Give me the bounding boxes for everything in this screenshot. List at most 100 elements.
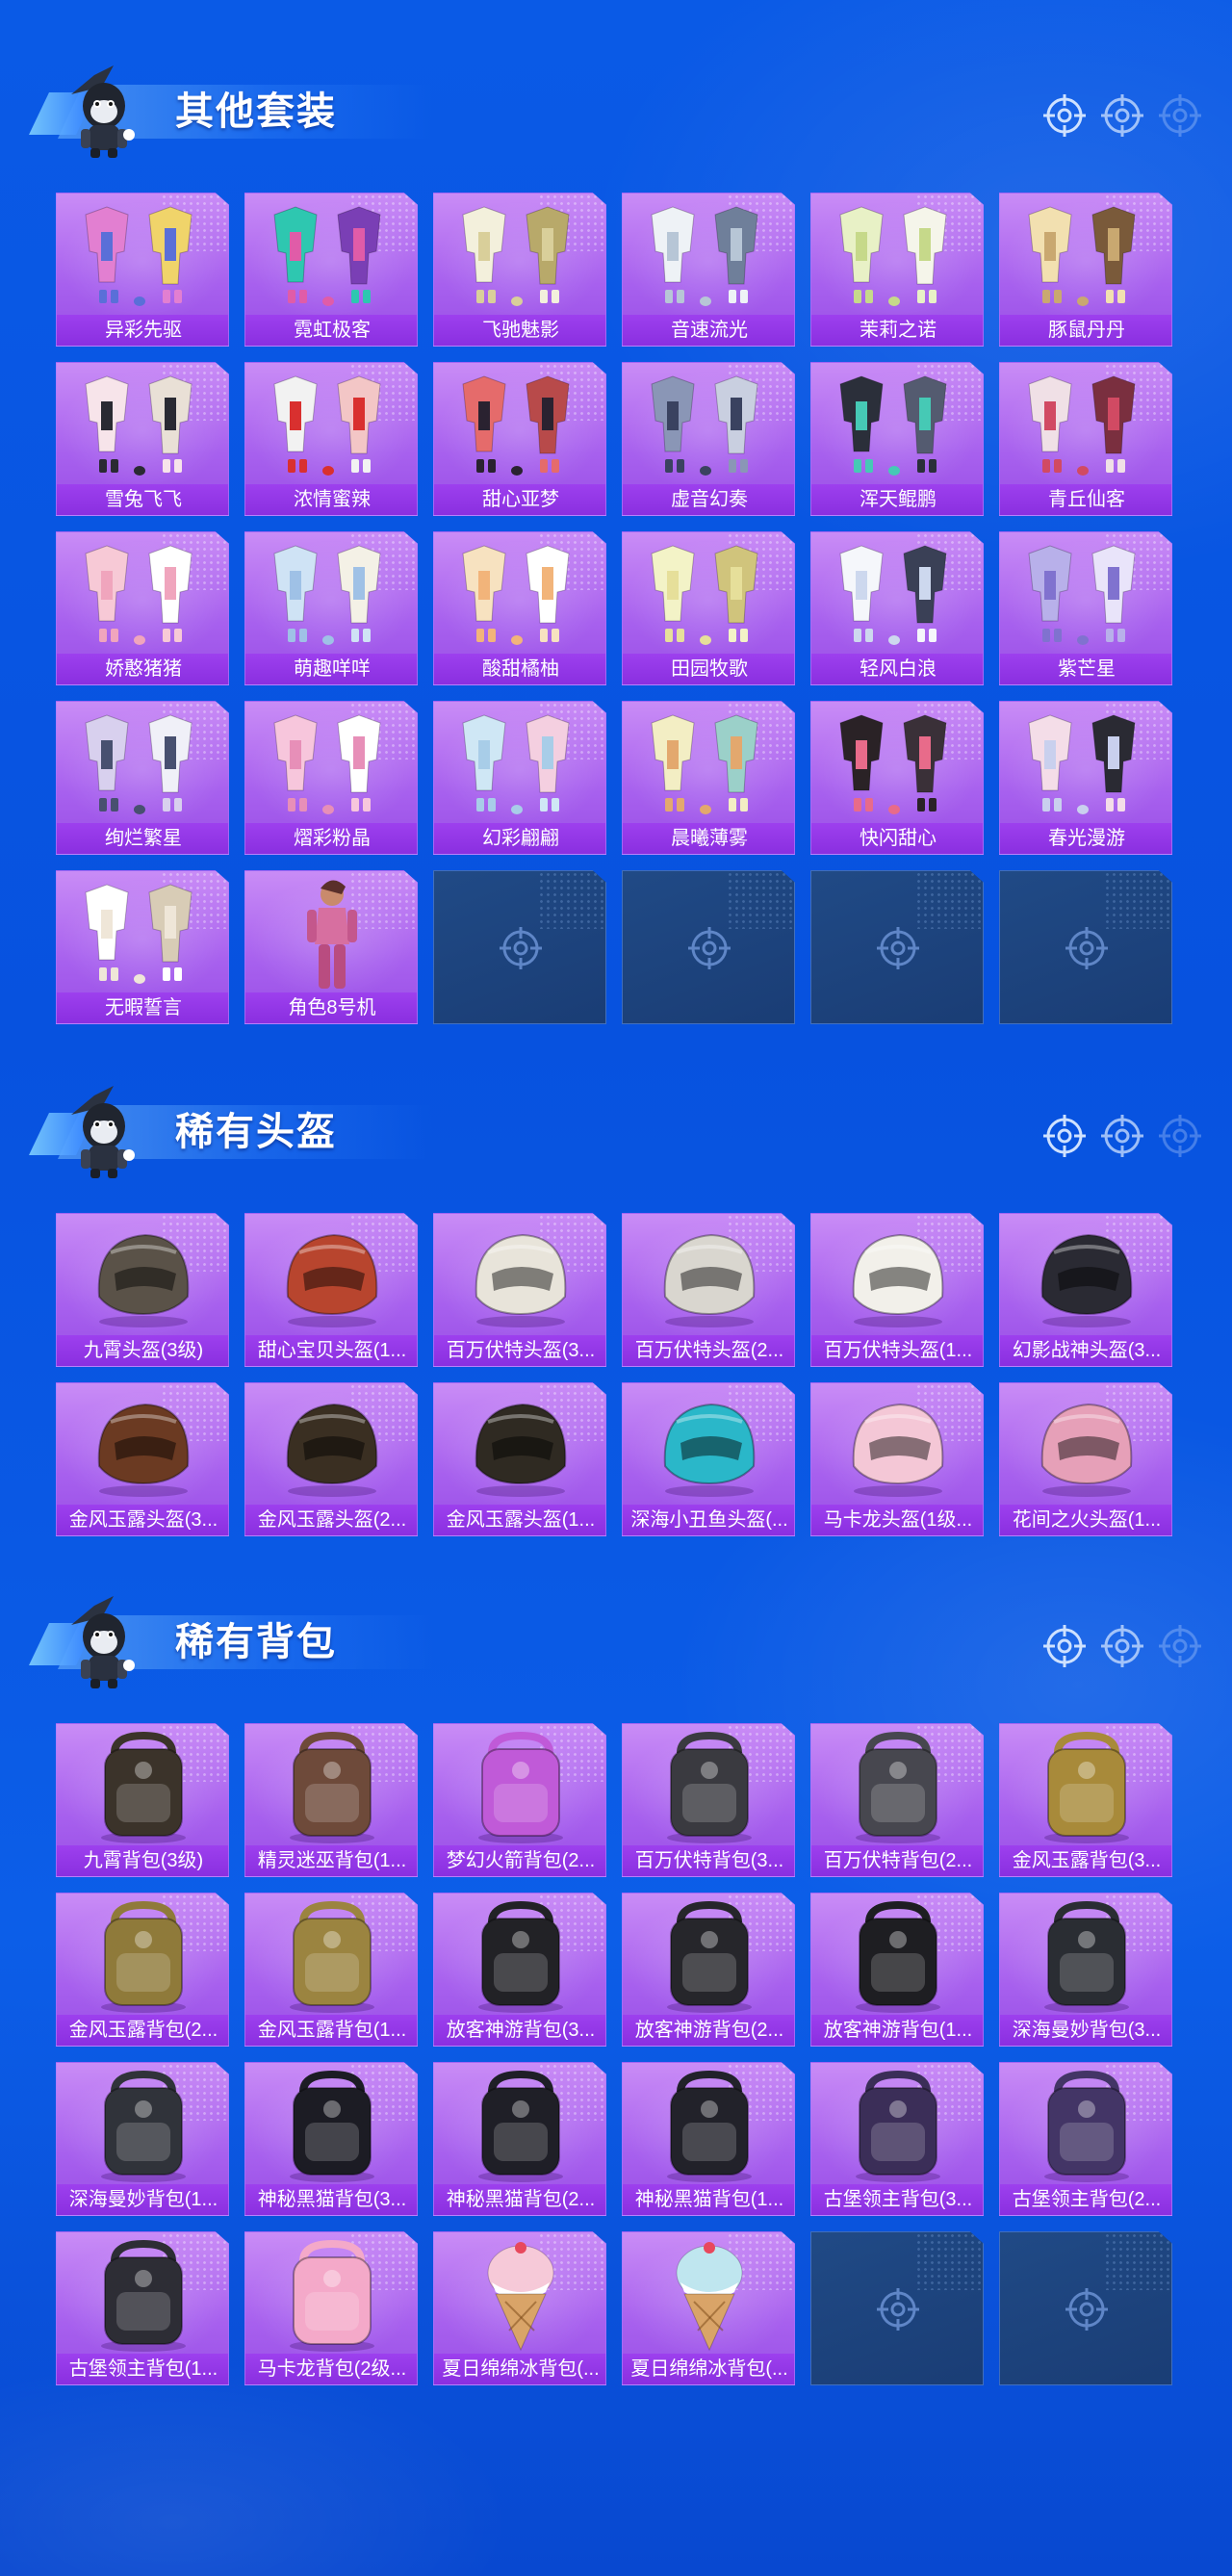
item-card[interactable]: 古堡领主背包(1... [56, 2231, 229, 2385]
item-card[interactable]: 幻彩翩翩 [433, 701, 606, 855]
item-card[interactable]: 夏日绵绵冰背包(... [622, 2231, 795, 2385]
item-card[interactable]: 无暇誓言 [56, 870, 229, 1024]
item-label: 神秘黑猫背包(3... [245, 2184, 417, 2215]
item-card[interactable]: 马卡龙头盔(1级... [810, 1382, 984, 1536]
item-card[interactable]: 百万伏特头盔(1... [810, 1213, 984, 1367]
item-label: 春光漫游 [1000, 823, 1171, 854]
item-image [623, 1383, 794, 1507]
item-label: 雪兔飞飞 [57, 484, 228, 515]
item-label: 茉莉之诺 [811, 315, 983, 346]
item-card[interactable]: 神秘黑猫背包(3... [244, 2062, 418, 2216]
item-label: 音速流光 [623, 315, 794, 346]
item-card[interactable]: 茉莉之诺 [810, 193, 984, 347]
item-card[interactable]: 百万伏特背包(3... [622, 1723, 795, 1877]
item-label: 绚烂繁星 [57, 823, 228, 854]
item-card[interactable]: 晨曦薄雾 [622, 701, 795, 855]
item-card[interactable]: 飞驰魅影 [433, 193, 606, 347]
item-label: 放客神游背包(3... [434, 2015, 605, 2046]
item-image [57, 193, 228, 317]
item-image [1000, 702, 1171, 825]
item-card[interactable]: 古堡领主背包(2... [999, 2062, 1172, 2216]
item-image [245, 1893, 417, 2017]
item-card[interactable]: 神秘黑猫背包(2... [433, 2062, 606, 2216]
item-card[interactable]: 放客神游背包(3... [433, 1893, 606, 2047]
item-card[interactable]: 马卡龙背包(2级... [244, 2231, 418, 2385]
item-card[interactable]: 青丘仙客 [999, 362, 1172, 516]
item-label: 晨曦薄雾 [623, 823, 794, 854]
item-card[interactable]: 金风玉露背包(1... [244, 1893, 418, 2047]
item-card[interactable]: 精灵迷巫背包(1... [244, 1723, 418, 1877]
item-card[interactable]: 娇憨猪猪 [56, 531, 229, 685]
item-card[interactable]: 九霄背包(3级) [56, 1723, 229, 1877]
item-card[interactable]: 雪兔飞飞 [56, 362, 229, 516]
item-card[interactable]: 虚音幻奏 [622, 362, 795, 516]
item-image [434, 1724, 605, 1847]
item-card[interactable]: 金风玉露头盔(3... [56, 1382, 229, 1536]
crosshair-icon [1043, 94, 1086, 137]
item-card[interactable]: 百万伏特背包(2... [810, 1723, 984, 1877]
item-card[interactable]: 角色8号机 [244, 870, 418, 1024]
item-image [434, 1893, 605, 2017]
collection-page: 其他套装异彩先驱 霓虹极客 飞驰魅影 音速流光 茉莉之诺 豚鼠丹丹雪兔飞飞 浓情蜜辣 甜心亚梦… [0, 0, 1232, 2576]
item-card[interactable]: 豚鼠丹丹 [999, 193, 1172, 347]
item-label: 金风玉露头盔(3... [57, 1505, 228, 1535]
item-card[interactable]: 春光漫游 [999, 701, 1172, 855]
item-image [245, 2232, 417, 2356]
item-card[interactable]: 幻影战神头盔(3... [999, 1213, 1172, 1367]
item-image [57, 1214, 228, 1337]
item-image [623, 193, 794, 317]
item-card[interactable]: 神秘黑猫背包(1... [622, 2062, 795, 2216]
item-card[interactable]: 浓情蜜辣 [244, 362, 418, 516]
item-card[interactable]: 快闪甜心 [810, 701, 984, 855]
item-label: 紫芒星 [1000, 654, 1171, 684]
item-card[interactable]: 音速流光 [622, 193, 795, 347]
item-card[interactable]: 金风玉露头盔(2... [244, 1382, 418, 1536]
crosshair-icon [1101, 1625, 1143, 1667]
item-card[interactable]: 浑天鲲鹏 [810, 362, 984, 516]
item-label: 深海小丑鱼头盔(... [623, 1505, 794, 1535]
item-image [623, 2063, 794, 2186]
item-card[interactable]: 百万伏特头盔(2... [622, 1213, 795, 1367]
crosshair-icon [1159, 1625, 1201, 1667]
item-card[interactable]: 田园牧歌 [622, 531, 795, 685]
item-card[interactable]: 异彩先驱 [56, 193, 229, 347]
section-header: 其他套装 [29, 56, 452, 162]
item-card[interactable]: 放客神游背包(2... [622, 1893, 795, 2047]
item-label: 豚鼠丹丹 [1000, 315, 1171, 346]
item-card[interactable]: 熠彩粉晶 [244, 701, 418, 855]
item-image [434, 1214, 605, 1337]
crosshair-icon [1065, 927, 1108, 969]
item-card[interactable]: 轻风白浪 [810, 531, 984, 685]
crosshair-icon [1159, 94, 1201, 137]
item-card[interactable]: 放客神游背包(1... [810, 1893, 984, 2047]
item-card[interactable]: 梦幻火箭背包(2... [433, 1723, 606, 1877]
item-card[interactable]: 霓虹极客 [244, 193, 418, 347]
item-label: 娇憨猪猪 [57, 654, 228, 684]
item-label: 金风玉露背包(2... [57, 2015, 228, 2046]
item-card[interactable]: 百万伏特头盔(3... [433, 1213, 606, 1367]
item-card[interactable]: 古堡领主背包(3... [810, 2062, 984, 2216]
item-card[interactable]: 夏日绵绵冰背包(... [433, 2231, 606, 2385]
item-card[interactable]: 花间之火头盔(1... [999, 1382, 1172, 1536]
item-card[interactable]: 深海小丑鱼头盔(... [622, 1382, 795, 1536]
item-card[interactable]: 绚烂繁星 [56, 701, 229, 855]
item-card[interactable]: 金风玉露背包(2... [56, 1893, 229, 2047]
item-card[interactable]: 深海曼妙背包(3... [999, 1893, 1172, 2047]
item-image [623, 702, 794, 825]
item-card[interactable]: 金风玉露头盔(1... [433, 1382, 606, 1536]
item-image [57, 532, 228, 656]
item-card[interactable]: 酸甜橘柚 [433, 531, 606, 685]
item-card[interactable]: 金风玉露背包(3... [999, 1723, 1172, 1877]
mascot-icon [52, 1076, 152, 1182]
item-card[interactable]: 甜心宝贝头盔(1... [244, 1213, 418, 1367]
empty-slot [622, 870, 795, 1024]
item-label: 神秘黑猫背包(2... [434, 2184, 605, 2215]
item-card[interactable]: 甜心亚梦 [433, 362, 606, 516]
item-label: 飞驰魅影 [434, 315, 605, 346]
item-card[interactable]: 九霄头盔(3级) [56, 1213, 229, 1367]
item-label: 金风玉露背包(3... [1000, 1845, 1171, 1876]
item-card[interactable]: 萌趣咩咩 [244, 531, 418, 685]
item-card[interactable]: 紫芒星 [999, 531, 1172, 685]
item-image [623, 1724, 794, 1847]
item-card[interactable]: 深海曼妙背包(1... [56, 2062, 229, 2216]
